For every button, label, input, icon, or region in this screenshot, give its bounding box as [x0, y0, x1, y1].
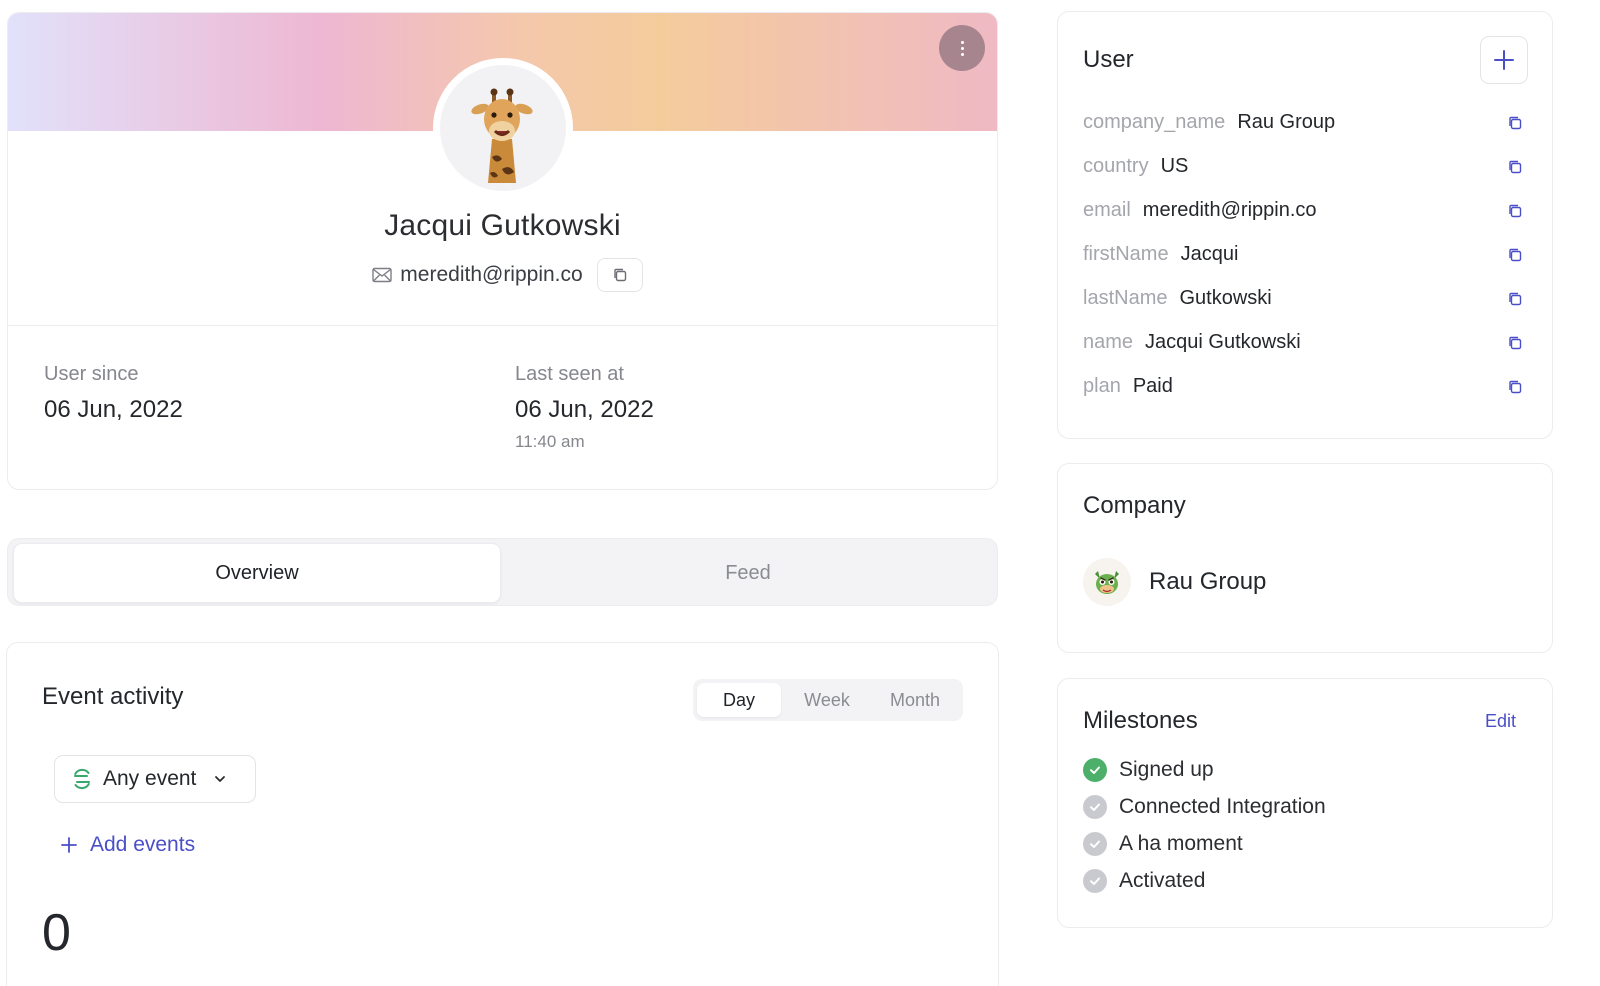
company-name: Rau Group: [1149, 568, 1267, 595]
last-seen-label: Last seen at: [515, 363, 624, 385]
profile-name: Jacqui Gutkowski: [384, 209, 621, 242]
event-activity-title: Event activity: [42, 683, 184, 710]
copy-icon: [1509, 248, 1522, 262]
copy-icon: [1509, 116, 1522, 130]
milestone-item: Connected Integration: [1083, 795, 1326, 819]
milestone-item: Signed up: [1083, 758, 1214, 782]
property-row: firstName Jacqui: [1083, 239, 1523, 269]
copy-property-button[interactable]: [1507, 334, 1523, 350]
property-row: company_name Rau Group: [1083, 107, 1523, 137]
range-selector: Day Week Month: [693, 679, 963, 721]
property-row: name Jacqui Gutkowski: [1083, 327, 1523, 357]
event-filter-value: Any event: [103, 767, 197, 790]
more-options-button[interactable]: [939, 25, 985, 71]
avatar: [433, 58, 573, 198]
check-circle-icon: [1083, 758, 1107, 782]
plus-icon: [1494, 50, 1514, 70]
milestone-label: Signed up: [1119, 758, 1214, 781]
company-card: Company Rau Group: [1057, 463, 1553, 653]
profile-email-row: meredith@rippin.co: [8, 258, 997, 292]
range-month[interactable]: Month: [873, 683, 957, 717]
property-value: Gutkowski: [1179, 286, 1272, 309]
giraffe-avatar-icon: [471, 88, 533, 183]
copy-property-button[interactable]: [1507, 158, 1523, 174]
plus-icon: [61, 837, 77, 853]
tab-overview[interactable]: Overview: [13, 543, 501, 603]
copy-icon: [1509, 160, 1522, 174]
range-week[interactable]: Week: [789, 683, 865, 717]
property-value: US: [1160, 154, 1189, 177]
last-seen-time: 11:40 am: [515, 432, 585, 451]
segment-logo-icon: [74, 768, 90, 790]
dragon-logo-icon: [1095, 571, 1119, 594]
property-row: plan Paid: [1083, 371, 1523, 401]
copy-icon: [1509, 292, 1522, 306]
company-link[interactable]: Rau Group: [1083, 558, 1266, 606]
tab-feed[interactable]: Feed: [504, 543, 992, 603]
check-circle-icon: [1083, 832, 1107, 856]
user-properties-card: User company_name Rau Group country US email…: [1057, 11, 1553, 439]
copy-property-button[interactable]: [1507, 378, 1523, 394]
property-value: Rau Group: [1237, 110, 1336, 133]
milestones-panel-title: Milestones: [1083, 707, 1198, 734]
copy-icon: [614, 268, 626, 282]
mail-icon: [372, 267, 392, 283]
copy-icon: [1509, 336, 1522, 350]
range-day[interactable]: Day: [697, 683, 781, 717]
more-dot-icon: [960, 52, 964, 56]
user-since-stat: User since 06 Jun, 2022: [44, 363, 183, 424]
copy-property-button[interactable]: [1507, 114, 1523, 130]
property-row: email meredith@rippin.co: [1083, 195, 1523, 225]
add-property-button[interactable]: [1480, 36, 1528, 84]
property-key: plan: [1083, 374, 1121, 397]
property-key: name: [1083, 330, 1134, 353]
property-key: country: [1083, 154, 1149, 177]
property-value: Paid: [1132, 374, 1173, 397]
profile-divider: [8, 325, 997, 326]
property-row: country US: [1083, 151, 1523, 181]
copy-icon: [1509, 380, 1522, 394]
edit-milestones-button[interactable]: Edit: [1485, 711, 1516, 732]
milestones-card: Milestones Edit Signed up Connected Integ…: [1057, 678, 1553, 928]
copy-email-button[interactable]: [596, 258, 643, 292]
add-events-button[interactable]: Add events: [60, 833, 195, 857]
more-dot-icon: [960, 46, 964, 50]
milestone-label: Connected Integration: [1119, 795, 1326, 818]
milestone-item: Activated: [1083, 869, 1205, 893]
milestone-label: A ha moment: [1119, 832, 1243, 855]
check-circle-icon: [1083, 795, 1107, 819]
copy-property-button[interactable]: [1507, 290, 1523, 306]
property-key: lastName: [1083, 286, 1168, 309]
user-since-label: User since: [44, 363, 139, 385]
copy-property-button[interactable]: [1507, 246, 1523, 262]
profile-email: meredith@rippin.co: [400, 263, 583, 286]
profile-card: Jacqui Gutkowski meredith@rippin.co User…: [7, 12, 998, 490]
last-seen-date: 06 Jun, 2022: [515, 396, 654, 423]
copy-property-button[interactable]: [1507, 202, 1523, 218]
check-circle-icon: [1083, 869, 1107, 893]
event-count: 0: [42, 904, 71, 962]
property-key: firstName: [1083, 242, 1169, 265]
view-tabs: Overview Feed: [7, 538, 998, 606]
property-value: meredith@rippin.co: [1142, 198, 1317, 221]
event-activity-card: Event activity Day Week Month Any event …: [6, 642, 999, 986]
user-panel-title: User: [1083, 46, 1134, 73]
milestone-label: Activated: [1119, 869, 1206, 892]
event-filter-dropdown[interactable]: Any event: [54, 755, 256, 803]
milestone-item: A ha moment: [1083, 832, 1243, 856]
property-key: company_name: [1083, 110, 1226, 133]
property-row: lastName Gutkowski: [1083, 283, 1523, 313]
last-seen-stat: Last seen at 06 Jun, 2022 11:40 am: [515, 363, 654, 452]
company-panel-title: Company: [1083, 492, 1186, 519]
company-logo: [1083, 558, 1131, 606]
property-value: Jacqui: [1180, 242, 1239, 265]
property-value: Jacqui Gutkowski: [1145, 330, 1301, 353]
copy-icon: [1509, 204, 1522, 218]
add-events-label: Add events: [90, 833, 196, 856]
more-dot-icon: [960, 40, 964, 44]
chevron-down-icon: [215, 776, 226, 782]
property-key: email: [1083, 198, 1131, 221]
user-since-value: 06 Jun, 2022: [44, 396, 183, 423]
